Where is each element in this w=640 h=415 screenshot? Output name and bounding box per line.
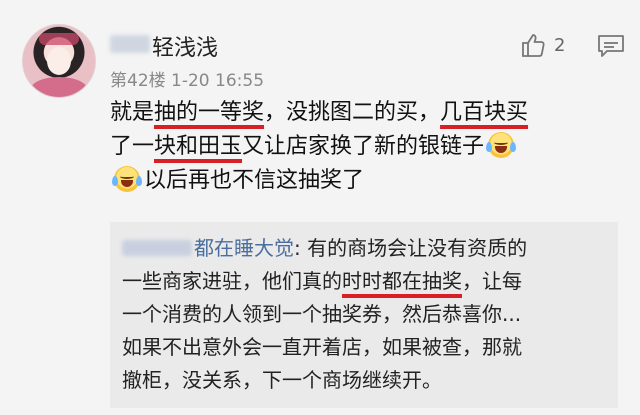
text-span: ，没挑图二的买，: [264, 100, 441, 125]
comment-line: 以后再也不信这抽奖了: [110, 164, 620, 198]
text-span: 以后再也不信这抽奖了: [144, 168, 365, 193]
avatar-face: [47, 47, 71, 75]
avatar[interactable]: [22, 24, 96, 98]
comment-meta: 第42楼 1-20 16:55: [110, 71, 265, 91]
comment-line: 就是抽的一等奖，没挑图二的买，几百块买: [110, 96, 620, 130]
text-span: ，让每: [462, 269, 522, 293]
reply-button[interactable]: [596, 34, 626, 58]
quote-author-blurred-prefix: [122, 240, 192, 256]
quote-line: 撤柜，没关系，下一个商场继续开。: [122, 368, 442, 392]
laugh-cry-emoji-icon: [112, 166, 142, 192]
avatar-robe: [31, 77, 87, 97]
text-span: 了一: [110, 134, 155, 159]
quoted-reply[interactable]: 都在睡大觉: 有的商场会让没有资质的 一些商家进驻，他们真的时时都在抽奖，让每 …: [110, 222, 618, 408]
like-button[interactable]: 2: [520, 30, 565, 60]
hair-ornament: [39, 33, 79, 45]
quoted-text: 都在睡大觉: 有的商场会让没有资质的 一些商家进驻，他们真的时时都在抽奖，让每 …: [122, 232, 612, 397]
like-count: 2: [554, 34, 566, 56]
text-span: 又让店家换了新的银链子: [242, 134, 485, 159]
username[interactable]: 轻浅浅: [152, 30, 218, 62]
comment-body: 就是抽的一等奖，没挑图二的买，几百块买 了一块和田玉又让店家换了新的银链子 以后…: [110, 96, 620, 198]
quote-line: 都在睡大觉: 有的商场会让没有资质的: [122, 232, 612, 265]
username-blurred-prefix: [110, 35, 150, 53]
comment-line: 了一块和田玉又让店家换了新的银链子: [110, 130, 620, 164]
laugh-cry-emoji-icon: [486, 132, 517, 158]
comment-icon: [598, 35, 624, 57]
quote-line: 一些商家进驻，他们真的时时都在抽奖，让每: [122, 265, 612, 298]
quote-line: 一个消费的人领到一个抽奖券，然后恭喜你...: [122, 302, 522, 326]
underlined-text: 块和田玉: [154, 134, 243, 159]
underlined-text: 抽的一等奖: [154, 100, 265, 125]
underlined-text: 几百块买: [440, 100, 529, 125]
underlined-text: 时时都在抽奖: [342, 269, 462, 293]
quote-line: 如果不出意外会一直开着店，如果被查，那就: [122, 335, 522, 359]
text-span: 就是: [110, 100, 155, 125]
text-span: 一些商家进驻，他们真的: [122, 269, 342, 293]
text-span: 有的商场会让没有资质的: [307, 236, 528, 260]
thumbs-up-icon: [522, 34, 545, 57]
quote-author[interactable]: 都在睡大觉: [194, 236, 294, 260]
